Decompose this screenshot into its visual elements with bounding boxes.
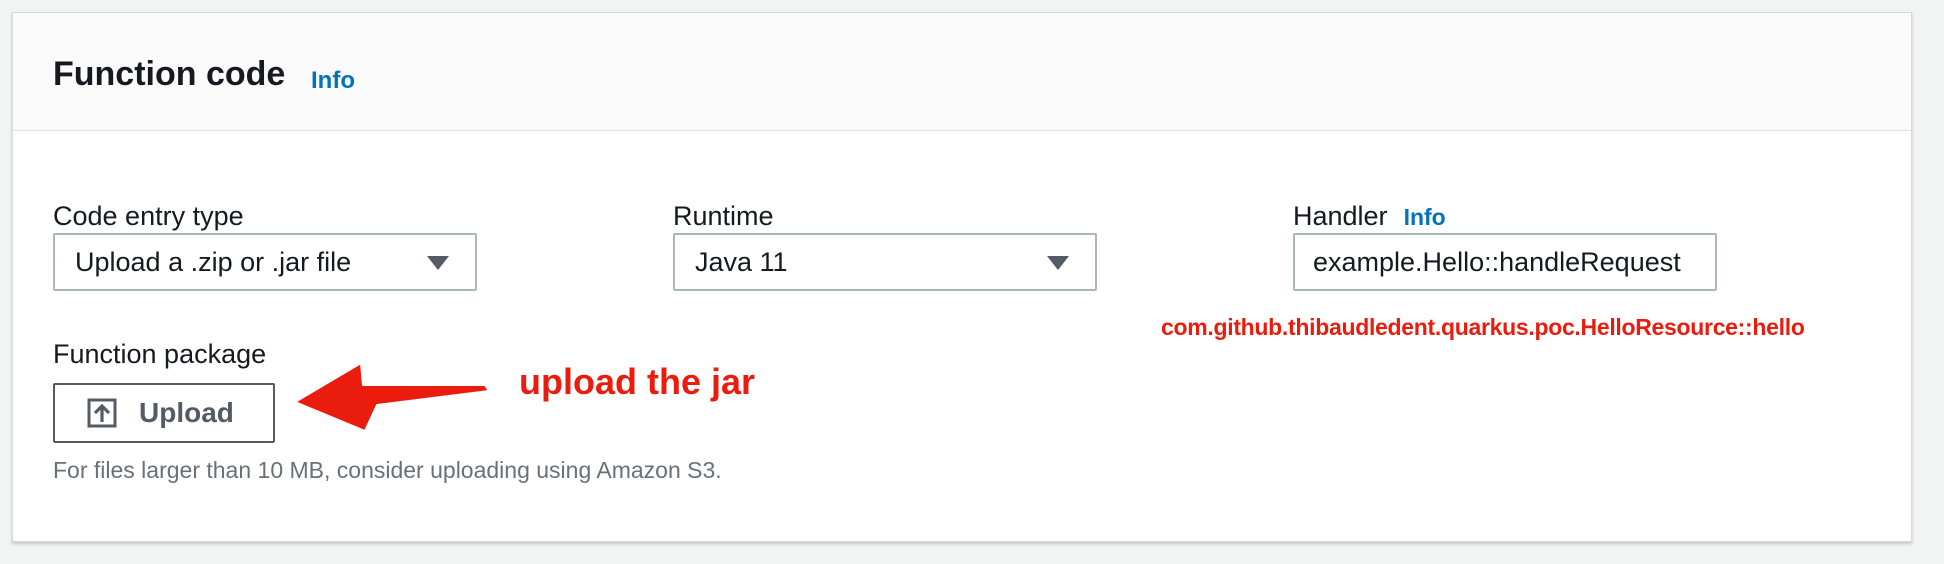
- upload-button[interactable]: Upload: [53, 383, 275, 443]
- handler-label: Handler: [1293, 201, 1388, 231]
- code-entry-type-select[interactable]: Upload a .zip or .jar file: [53, 233, 477, 291]
- caret-down-icon: [1047, 256, 1069, 270]
- handler-label-row: Handler Info: [1293, 201, 1446, 232]
- upload-button-label: Upload: [139, 397, 234, 428]
- handler-annotation: com.github.thibaudledent.quarkus.poc.Hel…: [1161, 314, 1805, 340]
- header-info-link[interactable]: Info: [311, 67, 355, 95]
- runtime-select[interactable]: Java 11: [673, 233, 1097, 291]
- upload-annotation: upload the jar: [519, 361, 756, 402]
- code-entry-type-value: Upload a .zip or .jar file: [75, 247, 352, 277]
- panel-title: Function code: [53, 55, 286, 93]
- upload-icon: [87, 398, 117, 428]
- caret-down-icon: [427, 256, 449, 270]
- handler-input[interactable]: [1293, 233, 1717, 291]
- arrow-left-icon: [294, 362, 490, 432]
- function-code-panel: Function code Info Code entry type Uploa…: [12, 12, 1912, 542]
- handler-info-link[interactable]: Info: [1404, 204, 1446, 230]
- function-package-label: Function package: [53, 339, 267, 369]
- panel-header: Function code Info: [13, 13, 1911, 131]
- runtime-value: Java 11: [695, 247, 788, 277]
- function-package-helper-text: For files larger than 10 MB, consider up…: [53, 457, 722, 483]
- code-entry-type-label: Code entry type: [53, 201, 244, 231]
- runtime-label: Runtime: [673, 201, 774, 231]
